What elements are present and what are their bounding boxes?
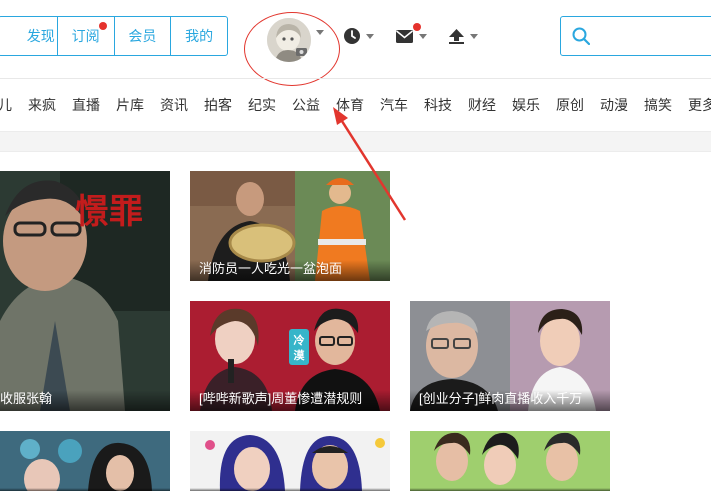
- category-item[interactable]: 儿: [0, 95, 12, 115]
- search-box: [560, 16, 711, 56]
- sub-toolbar: [0, 131, 711, 152]
- category-item[interactable]: 纪实: [248, 95, 276, 115]
- history-button[interactable]: [343, 27, 374, 45]
- category-item[interactable]: 原创: [556, 95, 584, 115]
- category-item[interactable]: 公益: [292, 95, 320, 115]
- tab-label: 发现: [26, 28, 55, 44]
- category-item[interactable]: 娱乐: [512, 95, 540, 115]
- notification-dot: [98, 22, 107, 30]
- tile-caption: [创业分子]鲜肉直播收入千万: [410, 390, 610, 411]
- tile-caption: 收服张翰: [0, 390, 170, 411]
- chevron-down-icon: [419, 33, 427, 39]
- tab-vip[interactable]: 会员: [115, 17, 172, 55]
- video-tile[interactable]: [创业分子]鲜肉直播收入千万: [410, 301, 610, 411]
- search-input[interactable]: [595, 25, 709, 49]
- video-tile[interactable]: 憬罪 收服张翰: [0, 171, 170, 411]
- poster-title: 憬罪: [75, 192, 143, 232]
- category-nav: 儿 来疯 直播 片库 资讯 拍客 纪实 公益 体育 汽车 科技 财经 娱乐 原创…: [0, 95, 711, 115]
- category-item[interactable]: 科技: [424, 95, 452, 115]
- chevron-down-icon: [470, 33, 478, 39]
- video-tile[interactable]: [410, 431, 610, 491]
- top-nav: 发现 订阅 会员 我的: [0, 16, 228, 56]
- chevron-down-icon: [366, 33, 374, 39]
- video-thumbnail: [190, 431, 390, 491]
- video-thumbnail: [0, 431, 170, 491]
- video-tile[interactable]: 冷 漠 [哔哔新歌声]周董惨遭潜规则: [190, 301, 390, 411]
- badge-line-2: 漠: [294, 348, 306, 362]
- tab-label: 会员: [128, 28, 157, 44]
- tab-label: 订阅: [71, 28, 100, 44]
- category-item[interactable]: 直播: [72, 95, 100, 115]
- notification-dot: [413, 23, 421, 31]
- category-item[interactable]: 财经: [468, 95, 496, 115]
- category-item[interactable]: 拍客: [204, 95, 232, 115]
- tab-mine[interactable]: 我的: [171, 17, 227, 55]
- annotation-circle: [244, 12, 340, 86]
- category-item[interactable]: 体育: [336, 95, 364, 115]
- tile-caption: 消防员一人吃光一盆泡面: [190, 260, 390, 281]
- upload-button[interactable]: [448, 27, 478, 45]
- category-item[interactable]: 资讯: [160, 95, 188, 115]
- video-tile[interactable]: [0, 431, 170, 491]
- category-item[interactable]: 来疯: [28, 95, 56, 115]
- video-thumbnail: 憬罪: [0, 171, 170, 411]
- messages-button[interactable]: [396, 23, 427, 45]
- tab-label: 我的: [185, 28, 214, 44]
- tile-caption: [哔哔新歌声]周董惨遭潜规则: [190, 390, 390, 411]
- video-tile[interactable]: 消防员一人吃光一盆泡面: [190, 171, 390, 281]
- category-item[interactable]: 汽车: [380, 95, 408, 115]
- envelope-icon: [396, 30, 413, 43]
- video-tile[interactable]: [190, 431, 390, 491]
- header-divider: [0, 78, 711, 79]
- category-item[interactable]: 更多: [688, 95, 711, 115]
- tab-subscribe[interactable]: 订阅: [58, 17, 115, 55]
- category-item[interactable]: 片库: [116, 95, 144, 115]
- badge-line-1: 冷: [294, 333, 305, 347]
- tab-discover[interactable]: 发现: [0, 17, 58, 55]
- search-icon[interactable]: [572, 27, 590, 45]
- video-thumbnail: [410, 431, 610, 491]
- category-item[interactable]: 动漫: [600, 95, 628, 115]
- upload-icon: [449, 29, 464, 44]
- category-item[interactable]: 搞笑: [644, 95, 672, 115]
- clock-icon: [344, 28, 360, 44]
